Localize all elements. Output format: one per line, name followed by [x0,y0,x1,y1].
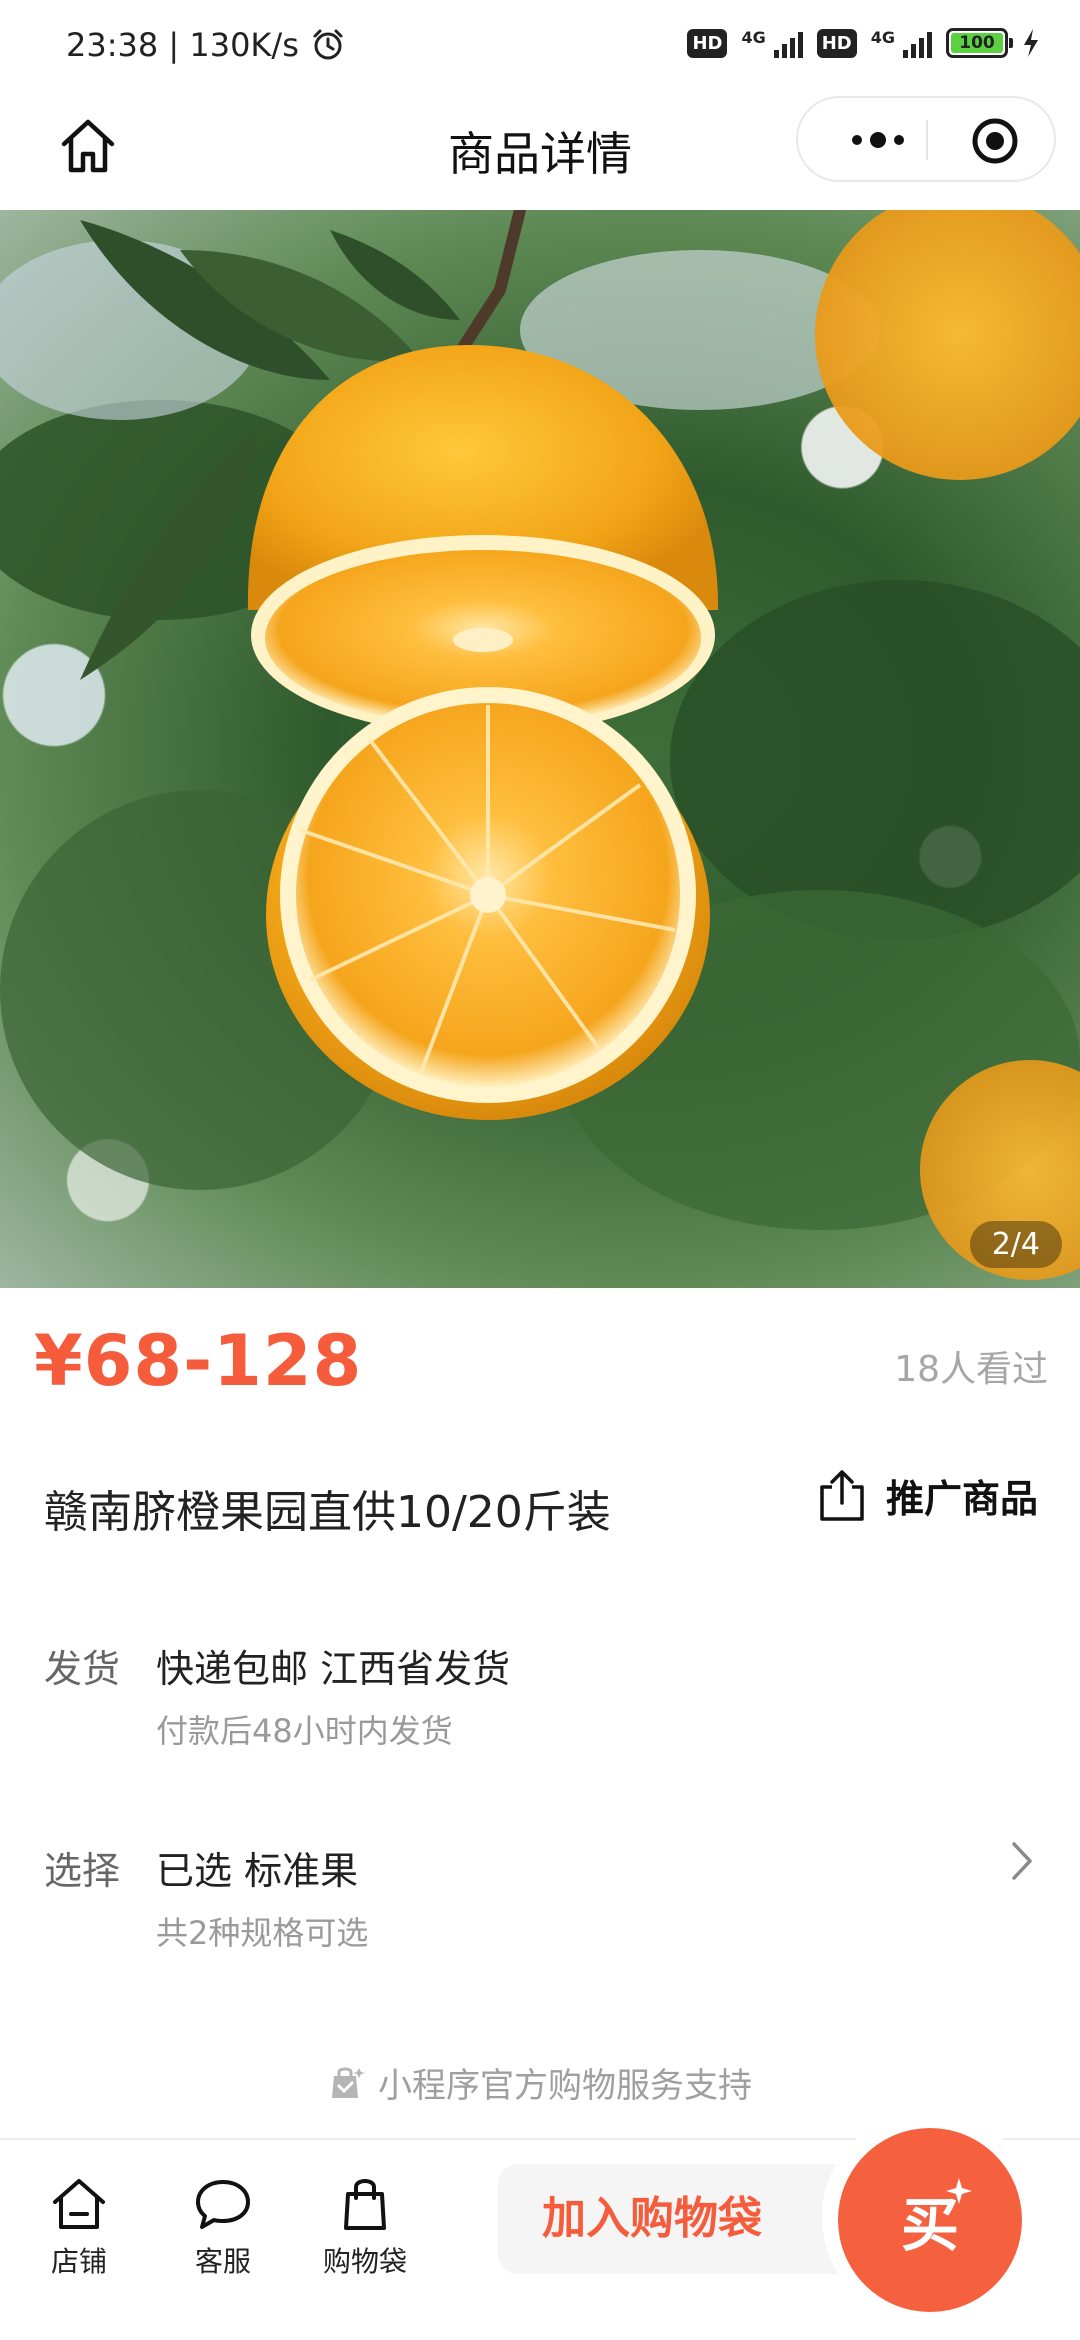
status-right: HD 4G HD 4G 100 [687,28,1040,58]
bag-label: 购物袋 [322,2245,407,2278]
service-label: 客服 [194,2245,251,2278]
store-icon [53,2179,105,2229]
battery-icon: 100 [946,28,1013,58]
share-icon [820,1469,864,1521]
shipping-value: 快递包邮 江西省发货 [156,1647,511,1691]
promote-label: 推广商品 [885,1477,1038,1521]
hd-badge-2: HD [816,28,857,58]
battery-level: 100 [951,33,1003,53]
shipping-note: 付款后48小时内发货 [156,1712,453,1750]
buy-now-button[interactable]: 买 [838,2128,1022,2312]
shopping-bag-icon [344,2179,386,2230]
alarm-icon [313,29,343,60]
chevron-right-icon [1012,1842,1032,1880]
close-miniprogram-button[interactable] [970,116,1020,166]
target-icon [972,118,1018,164]
sparkle-icon [946,2178,972,2204]
hd-badge-1: HD [687,28,728,58]
status-time-speed: 23:38 | 130K/s [66,26,299,64]
shopping-bag-tab[interactable]: 购物袋 [310,2176,420,2280]
view-count: 18人看过 [894,1349,1048,1390]
shipping-label: 发货 [44,1647,121,1691]
product-title: 赣南脐橙果园直供10/20斤装 [44,1487,611,1538]
support-text: 小程序官方购物服务支持 [378,2066,752,2106]
store-label: 店铺 [50,2245,107,2278]
selection-note: 共2种规格可选 [156,1914,369,1952]
status-bar: 23:38 | 130K/s HD 4G HD 4G 100 [0,0,1080,96]
miniprogram-capsule [796,96,1056,182]
selection-label: 选择 [44,1849,121,1893]
customer-service-tab[interactable]: 客服 [168,2176,278,2280]
selection-value: 已选 标准果 [156,1849,359,1893]
more-button[interactable] [836,124,920,156]
bottom-action-bar: 店铺 客服 购物袋 加入购物袋 买 [0,2110,1080,2340]
promote-product-button[interactable]: 推广商品 [818,1468,1038,1523]
shopping-bag-check-icon [332,2067,365,2098]
network-type-1: 4G [741,28,766,47]
navigation-bar: 商品详情 [0,96,1080,210]
status-left: 23:38 | 130K/s [66,26,345,64]
image-counter: 2/4 [969,1221,1062,1268]
product-image-gallery[interactable]: 2/4 [0,210,1080,1288]
charging-icon [1024,29,1038,57]
add-to-bag-button[interactable]: 加入购物袋 [498,2164,878,2274]
official-support-notice: 小程序官方购物服务支持 [0,2058,1080,2107]
signal-icon-1 [773,28,803,58]
store-tab[interactable]: 店铺 [24,2176,134,2280]
signal-icon-2 [903,28,932,58]
capsule-divider [926,120,928,160]
product-price: ¥68-128 [34,1320,363,1402]
product-image [0,210,1080,1280]
chat-icon [196,2180,250,2229]
network-type-2: 4G [870,28,895,47]
